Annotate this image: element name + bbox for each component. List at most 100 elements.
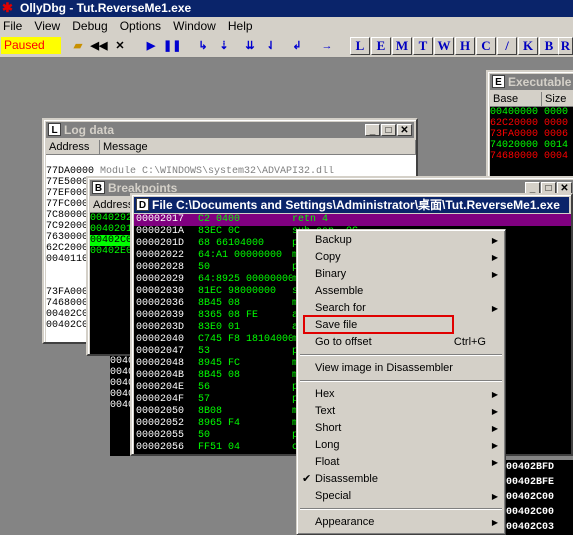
close-icon[interactable]: ✕	[111, 37, 129, 55]
menu-item-appearance[interactable]: Appearance ▶	[300, 514, 502, 531]
submenu-arrow-icon: ▶	[491, 441, 498, 450]
trace-into-icon[interactable]: ⇊	[241, 37, 259, 55]
checkmark-icon: ✔	[302, 473, 312, 485]
list-item[interactable]: 62C20000 0000	[490, 118, 573, 129]
trace-over-icon[interactable]: ⇃	[262, 37, 280, 55]
menu-separator	[300, 354, 502, 356]
disassembly-hex: 81EC 98000000	[198, 286, 277, 297]
menu-options[interactable]: Options	[117, 17, 167, 35]
go-to-icon[interactable]: →	[318, 37, 336, 55]
stack-row[interactable]: 00402BFE	[506, 475, 573, 490]
menu-separator	[300, 380, 502, 382]
log-window-title[interactable]: L Log data _ □ ✕	[46, 122, 414, 138]
menu-bar: File View Debug Options Window Help	[0, 17, 573, 35]
menu-help[interactable]: Help	[225, 17, 259, 35]
close-icon[interactable]: ✕	[397, 124, 412, 136]
submenu-arrow-icon: ▶	[491, 236, 498, 245]
list-item[interactable]: 73FA0000 0006	[490, 129, 573, 140]
file-window-title[interactable]: D File C:\Documents and Settings\Administ…	[134, 197, 569, 213]
menu-item-text[interactable]: Text ▶	[300, 403, 502, 420]
stack-pane[interactable]: 00402BFD 00402BFE 00402C00 00402C00 0040…	[506, 460, 573, 535]
executable-list[interactable]: 00400000 0000 62C20000 0000 73FA0000 000…	[490, 107, 573, 182]
disassembly-address: 0000204F	[136, 394, 185, 405]
disassembly-hex: 50	[198, 430, 211, 441]
list-item[interactable]: 00400000 0000	[490, 107, 573, 118]
maximize-icon[interactable]: □	[381, 124, 396, 136]
toolbar-letter-t[interactable]: T	[413, 37, 433, 55]
menu-view[interactable]: View	[31, 17, 66, 35]
menu-item-special[interactable]: Special ▶	[300, 488, 502, 505]
column-header-message[interactable]: Message	[100, 140, 416, 154]
list-item[interactable]: 74680000 0004	[490, 151, 573, 162]
file-window-icon: D	[136, 198, 149, 211]
list-item[interactable]: 74020000 0014	[490, 140, 573, 151]
menu-item-long[interactable]: Long ▶	[300, 437, 502, 454]
menu-item-hex[interactable]: Hex ▶	[300, 386, 502, 403]
menu-separator	[300, 508, 502, 510]
menu-item-float[interactable]: Float ▶	[300, 454, 502, 471]
toolbar-letter-e[interactable]: E	[371, 37, 391, 55]
menu-item-binary[interactable]: Binary ▶	[300, 266, 502, 283]
run-icon[interactable]: ▶	[142, 37, 160, 55]
menu-debug[interactable]: Debug	[69, 17, 113, 35]
toolbar-letter-c[interactable]: C	[476, 37, 496, 55]
minimize-icon[interactable]: _	[365, 124, 380, 136]
disassembly-hex: 57	[198, 394, 211, 405]
menu-item-assemble[interactable]: Assemble	[300, 283, 502, 300]
menu-item-short[interactable]: Short ▶	[300, 420, 502, 437]
stack-row[interactable]: 00402C00	[506, 490, 573, 505]
disassembly-address: 00002050	[136, 406, 185, 417]
log-window-buttons: _ □ ✕	[364, 124, 412, 140]
log-row[interactable]	[46, 155, 416, 166]
toolbar-letter-l[interactable]: L	[350, 37, 370, 55]
context-menu: Backup ▶ Copy ▶ Binary ▶ Assemble Search fo…	[296, 229, 506, 535]
disassembly-hex: C745 F8 18104000	[198, 334, 292, 345]
menu-item-view-image-in-disassembler[interactable]: View image in Disassembler	[300, 360, 502, 377]
disassembly-hex: 8B08	[198, 406, 223, 417]
disassembly-address: 0000204E	[136, 382, 185, 393]
stack-row[interactable]: 00402BFD	[506, 460, 573, 475]
column-header-size[interactable]: Size	[542, 92, 573, 106]
toolbar-letter-r[interactable]: R	[558, 37, 573, 55]
open-icon[interactable]: ▰	[69, 37, 87, 55]
pause-icon[interactable]: ❚❚	[163, 37, 181, 55]
menu-item-backup[interactable]: Backup ▶	[300, 232, 502, 249]
toolbar-letter-w[interactable]: W	[434, 37, 454, 55]
toolbar-letter-b[interactable]: B	[539, 37, 559, 55]
executable-window-title-text: Executable	[508, 75, 572, 89]
menu-window[interactable]: Window	[170, 17, 222, 35]
status-paused: Paused	[1, 37, 61, 54]
submenu-arrow-icon: ▶	[491, 458, 498, 467]
menu-item-disassemble[interactable]: ✔ Disassemble	[300, 471, 502, 488]
execute-till-return-icon[interactable]: ↲	[288, 37, 306, 55]
toolbar-letter-k[interactable]: K	[518, 37, 538, 55]
column-header-base[interactable]: Base	[490, 92, 542, 106]
executable-modules-window[interactable]: E Executable Base Size 00400000 0000 62C2…	[486, 70, 573, 182]
disassembly-address: 00002036	[136, 298, 185, 309]
disassembly-hex: 8B45 08	[198, 298, 241, 309]
column-header-address[interactable]: Address	[46, 140, 100, 154]
menu-item-go-to-offset[interactable]: Go to offset Ctrl+G	[300, 334, 502, 351]
disassembly-address: 00002030	[136, 286, 185, 297]
toolbar-letter-h[interactable]: H	[455, 37, 475, 55]
disassembly-address: 0000201A	[136, 226, 185, 237]
toolbar-letter-m[interactable]: M	[392, 37, 412, 55]
log-window-icon: L	[48, 123, 61, 136]
step-over-icon[interactable]: ⇣	[215, 37, 233, 55]
executable-window-title[interactable]: E Executable	[490, 74, 573, 90]
breakpoints-window-icon: B	[92, 181, 105, 194]
step-into-icon[interactable]: ↳	[194, 37, 212, 55]
stack-row[interactable]: 00402C00	[506, 505, 573, 520]
restart-icon[interactable]: ◀◀	[90, 37, 108, 55]
executable-column-headers: Base Size	[490, 92, 573, 107]
disassembly-hex: 8365 08 FE	[198, 310, 259, 321]
submenu-arrow-icon: ▶	[491, 407, 498, 416]
app-title-bar[interactable]: ✱ OllyDbg - Tut.ReverseMe1.exe	[0, 0, 573, 17]
menu-item-copy[interactable]: Copy ▶	[300, 249, 502, 266]
toolbar-letter-slash[interactable]: /	[497, 37, 517, 55]
disassembly-row[interactable]: 00002017 C2 0400 retn 4	[134, 214, 571, 226]
ollydbg-bug-icon: ✱	[2, 0, 13, 15]
menu-file[interactable]: File	[0, 17, 28, 35]
disassembly-hex: 83EC 0C	[198, 226, 241, 237]
stack-row[interactable]: 00402C03	[506, 520, 573, 535]
